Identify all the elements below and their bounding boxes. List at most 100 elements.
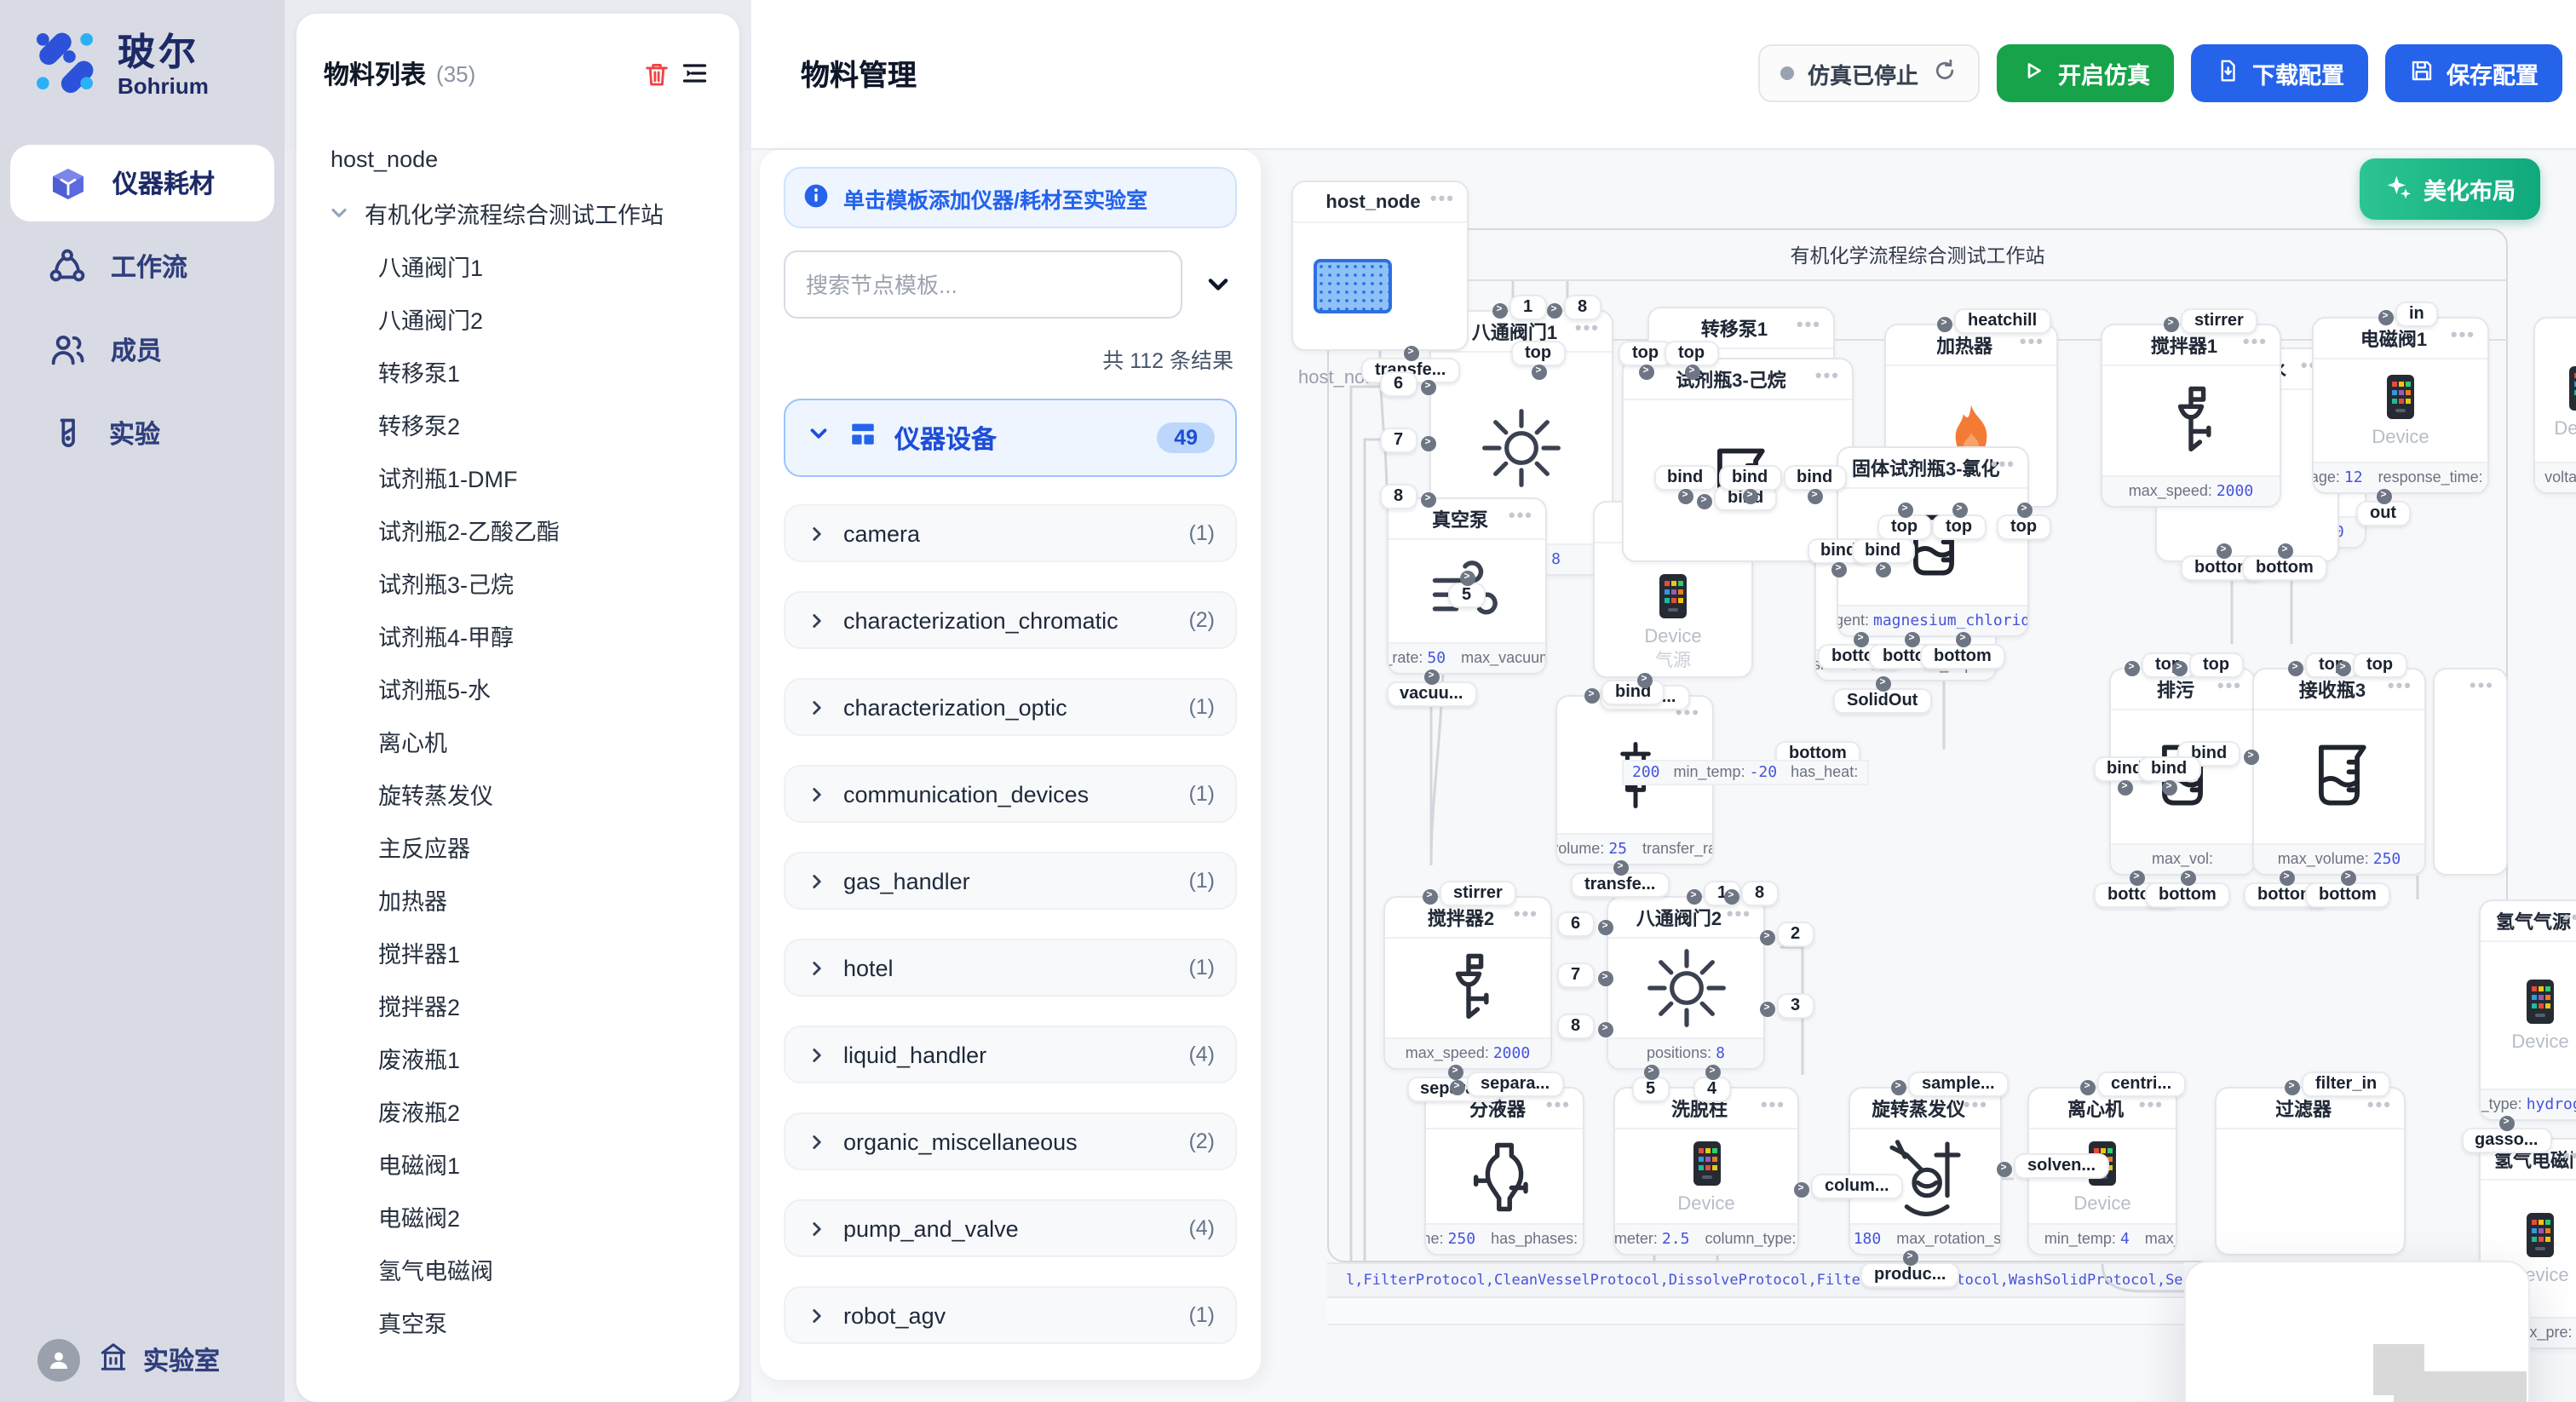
port-stirrer[interactable]: stirrer bbox=[1440, 881, 1516, 906]
connector-dot[interactable]: > bbox=[1546, 302, 1561, 318]
connector-dot[interactable]: > bbox=[2279, 870, 2294, 885]
node-menu-icon[interactable]: ••• bbox=[2367, 1095, 2392, 1116]
tree-item-13[interactable]: 搅拌器1 bbox=[310, 925, 726, 978]
download-config-button[interactable]: 下载配置 bbox=[2191, 44, 2368, 102]
node-cardR[interactable]: ••• bbox=[2433, 668, 2508, 876]
connector-dot[interactable]: > bbox=[2335, 660, 2350, 675]
user-avatar[interactable] bbox=[37, 1339, 80, 1382]
port-heatchill[interactable]: heatchill bbox=[1954, 308, 2050, 334]
port-5[interactable]: 5 bbox=[1448, 583, 1485, 608]
trash-icon[interactable] bbox=[637, 55, 675, 92]
node-valve2[interactable]: 八通阀门2•••positions: 8 bbox=[1607, 896, 1765, 1070]
connector-dot[interactable]: > bbox=[2243, 749, 2258, 764]
port-solven[interactable]: solven... bbox=[2014, 1153, 2109, 1179]
connector-dot[interactable]: > bbox=[2284, 1079, 2299, 1095]
port-bind[interactable]: bind bbox=[2137, 756, 2200, 782]
tree-group-workstation[interactable]: 有机化学流程综合测试工作站 bbox=[310, 186, 726, 238]
tree-item-10[interactable]: 旋转蒸发仪 bbox=[310, 767, 726, 819]
refresh-icon[interactable] bbox=[1932, 58, 1958, 89]
connector-dot[interactable]: > bbox=[1597, 1021, 1613, 1037]
node-sole2[interactable]: •••Devicevoltage: 12 bbox=[2533, 317, 2576, 494]
node-host[interactable]: host_node••• bbox=[1291, 181, 1469, 351]
node-stir2[interactable]: 搅拌器2•••max_speed: 2000 bbox=[1383, 896, 1552, 1070]
port-4[interactable]: 4 bbox=[1693, 1077, 1730, 1102]
port-filter_in[interactable]: filter_in bbox=[2302, 1072, 2390, 1097]
node-sep[interactable]: 分液器•••volume: 250has_phases: true bbox=[1424, 1087, 1584, 1255]
connector-dot[interactable]: > bbox=[1936, 316, 1952, 331]
node-column[interactable]: 洗脱柱•••Devicediameter: 2.5column_type: si bbox=[1613, 1087, 1799, 1255]
brand-logo[interactable]: 玻尔 Bohrium bbox=[0, 0, 285, 107]
port-top[interactable]: top bbox=[2353, 652, 2406, 678]
tree-root-host-node[interactable]: host_node bbox=[310, 133, 726, 186]
connector-dot[interactable]: > bbox=[1759, 929, 1774, 945]
connector-dot[interactable]: > bbox=[1613, 859, 1628, 875]
connector-dot[interactable]: > bbox=[2287, 660, 2303, 675]
connector-dot[interactable]: > bbox=[1696, 493, 1711, 509]
tree-item-18[interactable]: 电磁阀2 bbox=[310, 1189, 726, 1242]
port-top[interactable]: top bbox=[1877, 514, 1931, 540]
beautify-layout-button[interactable]: 美化布局 bbox=[2360, 158, 2540, 220]
port-out[interactable]: out bbox=[2356, 501, 2410, 526]
connector-dot[interactable]: > bbox=[1902, 1250, 1918, 1265]
port-stirrer[interactable]: stirrer bbox=[2181, 308, 2257, 334]
connector-dot[interactable]: > bbox=[1420, 379, 1435, 394]
connector-dot[interactable]: > bbox=[1449, 1079, 1464, 1095]
node-menu-icon[interactable]: ••• bbox=[1815, 366, 1840, 387]
tree-item-0[interactable]: 八通阀门1 bbox=[310, 238, 726, 291]
port-top[interactable]: top bbox=[1511, 341, 1565, 366]
port-top[interactable]: top bbox=[1665, 341, 1718, 366]
start-simulation-button[interactable]: 开启仿真 bbox=[1997, 44, 2174, 102]
node-menu-icon[interactable]: ••• bbox=[2217, 676, 2242, 697]
port-top[interactable]: top bbox=[2189, 652, 2243, 678]
node-menu-icon[interactable]: ••• bbox=[1727, 905, 1751, 925]
node-filter[interactable]: 过滤器••• bbox=[2215, 1087, 2406, 1255]
port-3[interactable]: 3 bbox=[1777, 993, 1814, 1019]
connector-dot[interactable]: > bbox=[1742, 488, 1757, 503]
chevron-down-icon[interactable] bbox=[1199, 266, 1237, 303]
tree-item-15[interactable]: 废液瓶1 bbox=[310, 1031, 726, 1083]
group-instrument-devices[interactable]: 仪器设备 49 bbox=[784, 399, 1237, 477]
port-8[interactable]: 8 bbox=[1380, 484, 1417, 509]
port-top[interactable]: top bbox=[2142, 652, 2195, 678]
connector-dot[interactable]: > bbox=[1952, 502, 1967, 517]
category-camera[interactable]: camera(1) bbox=[784, 504, 1237, 562]
category-characterization_chromatic[interactable]: characterization_chromatic(2) bbox=[784, 591, 1237, 649]
connector-dot[interactable]: > bbox=[2161, 779, 2176, 795]
port-7[interactable]: 7 bbox=[1380, 428, 1417, 453]
node-menu-icon[interactable]: ••• bbox=[1761, 1095, 1785, 1116]
connector-dot[interactable]: > bbox=[1492, 302, 1507, 318]
connector-dot[interactable]: > bbox=[1890, 1079, 1906, 1095]
port-vacuu[interactable]: vacuu... bbox=[1386, 681, 1477, 707]
tree-item-12[interactable]: 加热器 bbox=[310, 872, 726, 925]
sidebar-item-0[interactable]: 仪器耗材 bbox=[10, 145, 274, 221]
connector-dot[interactable]: > bbox=[1403, 345, 1418, 360]
node-sole1[interactable]: 电磁阀1•••Devicevoltage: 12response_time: 0… bbox=[2312, 317, 2489, 494]
node-menu-icon[interactable]: ••• bbox=[2563, 908, 2576, 928]
node-menu-icon[interactable]: ••• bbox=[1575, 319, 1600, 339]
category-gas_handler[interactable]: gas_handler(1) bbox=[784, 852, 1237, 910]
connector-dot[interactable]: > bbox=[2163, 316, 2178, 331]
port-bottom[interactable]: bottom bbox=[2145, 882, 2230, 908]
tree-item-2[interactable]: 转移泵1 bbox=[310, 344, 726, 397]
connector-dot[interactable]: > bbox=[1723, 888, 1739, 904]
tree-item-19[interactable]: 氢气电磁阀 bbox=[310, 1242, 726, 1295]
node-menu-icon[interactable]: ••• bbox=[2388, 676, 2412, 697]
tree-item-20[interactable]: 真空泵 bbox=[310, 1295, 726, 1347]
node-menu-icon[interactable]: ••• bbox=[2020, 332, 2044, 353]
connector-dot[interactable]: > bbox=[2376, 488, 2391, 503]
node-menu-icon[interactable]: ••• bbox=[1964, 1095, 1988, 1116]
node-menu-icon[interactable]: ••• bbox=[2451, 325, 2475, 346]
port-SolidOut[interactable]: SolidOut bbox=[1833, 688, 1931, 714]
node-menu-icon[interactable]: ••• bbox=[1514, 905, 1538, 925]
sidebar-item-3[interactable]: 实验 bbox=[10, 395, 274, 472]
connector-dot[interactable]: > bbox=[1875, 675, 1890, 691]
tree-item-5[interactable]: 试剂瓶2-乙酸乙酯 bbox=[310, 503, 726, 555]
category-organic_miscellaneous[interactable]: organic_miscellaneous(2) bbox=[784, 1112, 1237, 1170]
port-sample[interactable]: sample... bbox=[1908, 1072, 2009, 1097]
connector-dot[interactable]: > bbox=[1422, 888, 1437, 904]
node-h2src[interactable]: 氢气气源•••Device_type: hydrogen bbox=[2479, 899, 2576, 1121]
connector-dot[interactable]: > bbox=[2129, 870, 2144, 885]
connector-dot[interactable]: > bbox=[1643, 1064, 1659, 1079]
port-in[interactable]: in bbox=[2395, 302, 2438, 327]
port-centri[interactable]: centri... bbox=[2097, 1072, 2185, 1097]
